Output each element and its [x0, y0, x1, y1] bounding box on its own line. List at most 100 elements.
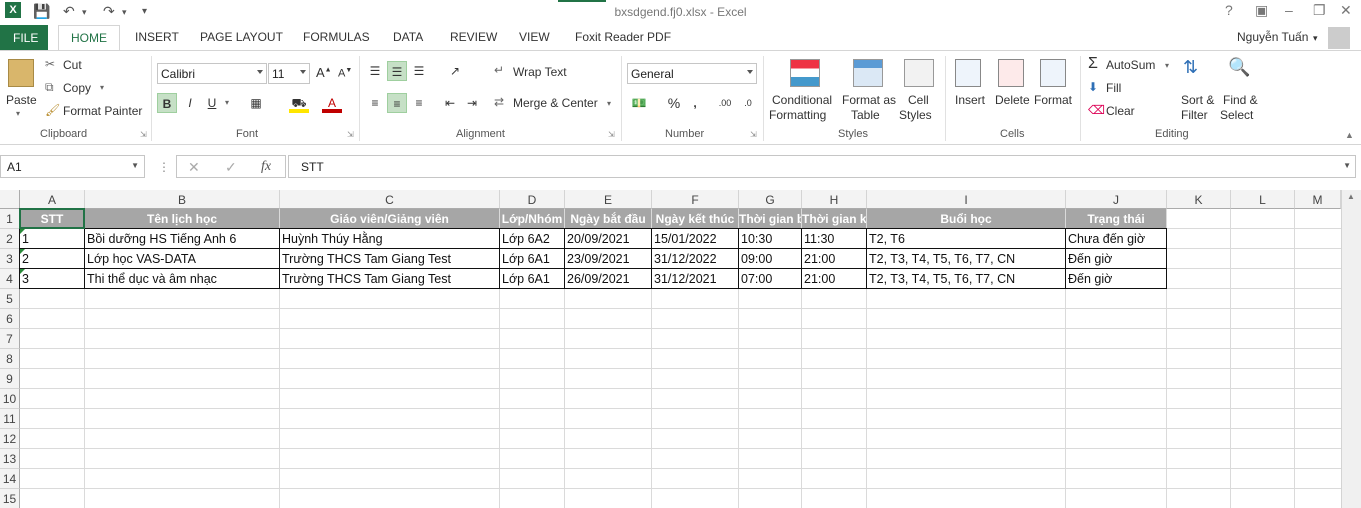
conditional-formatting-icon[interactable]: [790, 59, 820, 87]
currency-icon[interactable]: 💵: [629, 93, 649, 113]
column-header-e[interactable]: E: [565, 190, 652, 209]
table-header-cell[interactable]: Ngày kết thúc: [652, 209, 738, 229]
format-as-table-label[interactable]: Format as: [842, 93, 896, 107]
table-cell[interactable]: Huỳnh Thúy Hằng: [280, 229, 499, 249]
percent-icon[interactable]: %: [664, 93, 684, 113]
table-cell[interactable]: Trường THCS Tam Giang Test: [280, 249, 499, 269]
table-cell[interactable]: 10:30: [739, 229, 801, 249]
table-header-cell[interactable]: Thời gian bắt: [739, 209, 801, 229]
table-cell[interactable]: 23/09/2021: [565, 249, 651, 269]
tab-review[interactable]: REVIEW: [450, 30, 497, 44]
font-name-combo[interactable]: Calibri: [157, 63, 267, 84]
table-cell[interactable]: 31/12/2022: [652, 249, 738, 269]
copy-dropdown-icon[interactable]: ▾: [100, 83, 104, 92]
enter-icon[interactable]: ✓: [225, 159, 237, 176]
table-cell[interactable]: Lớp 6A1: [500, 269, 564, 289]
help-icon[interactable]: ?: [1225, 2, 1233, 18]
tab-formulas[interactable]: FORMULAS: [303, 30, 370, 44]
scroll-up-icon[interactable]: ▲: [1347, 192, 1355, 201]
column-header-l[interactable]: L: [1231, 190, 1295, 209]
table-cell[interactable]: Bồi dưỡng HS Tiếng Anh 6: [85, 229, 279, 249]
number-launcher-icon[interactable]: ⇲: [750, 130, 757, 139]
delete-button[interactable]: Delete: [995, 93, 1030, 107]
merge-dropdown-icon[interactable]: ▾: [607, 99, 611, 108]
column-header-g[interactable]: G: [739, 190, 802, 209]
conditional-formatting-label[interactable]: Conditional: [772, 93, 832, 107]
worksheet-grid[interactable]: ABCDEFGHIJKLM 1 2 3 4 5 6 7 8 9 10 11 12 13 14 15 STT T…: [0, 190, 1341, 508]
copy-icon[interactable]: ⧉: [45, 80, 54, 95]
name-box[interactable]: A1 ▼: [0, 155, 145, 178]
merge-icon[interactable]: ⇄: [494, 95, 504, 109]
table-cell[interactable]: 09:00: [739, 249, 801, 269]
avatar[interactable]: [1328, 27, 1350, 49]
number-format-combo[interactable]: General: [627, 63, 757, 84]
row-header-1[interactable]: 1: [0, 209, 20, 229]
chevron-down-icon[interactable]: ▼: [131, 161, 139, 170]
format-cells-icon[interactable]: [1040, 59, 1066, 87]
tab-page-layout[interactable]: PAGE LAYOUT: [200, 30, 283, 44]
row-header-14[interactable]: 14: [0, 469, 20, 489]
autosum-icon[interactable]: Σ: [1088, 55, 1098, 73]
cancel-icon[interactable]: ✕: [188, 159, 200, 176]
fill-button[interactable]: Fill: [1106, 81, 1121, 95]
find-select-label-2[interactable]: Select: [1220, 108, 1253, 122]
row-header-2[interactable]: 2: [0, 229, 20, 249]
sort-filter-label[interactable]: Sort &: [1181, 93, 1214, 107]
format-painter-icon[interactable]: 🖌: [45, 103, 60, 117]
wrap-text-icon[interactable]: ↵: [494, 63, 504, 77]
table-cell[interactable]: 3: [20, 269, 84, 289]
table-cell[interactable]: 11:30: [802, 229, 866, 249]
minimize-icon[interactable]: –: [1285, 2, 1293, 18]
row-header-5[interactable]: 5: [0, 289, 20, 309]
column-header-i[interactable]: I: [867, 190, 1066, 209]
column-header-h[interactable]: H: [802, 190, 867, 209]
conditional-formatting-label-2[interactable]: Formatting: [769, 108, 826, 122]
align-right-icon[interactable]: ≡: [409, 93, 429, 113]
column-header-c[interactable]: C: [280, 190, 500, 209]
row-header-6[interactable]: 6: [0, 309, 20, 329]
row-header-4[interactable]: 4: [0, 269, 20, 289]
table-header-cell[interactable]: Giáo viên/Giảng viên: [280, 209, 499, 229]
underline-button[interactable]: U: [202, 93, 222, 113]
row-header-7[interactable]: 7: [0, 329, 20, 349]
close-icon[interactable]: ✕: [1340, 2, 1352, 19]
tab-insert[interactable]: INSERT: [135, 30, 179, 44]
user-name[interactable]: Nguyễn Tuấn: [1237, 30, 1308, 44]
increase-decimal-icon[interactable]: .00: [715, 93, 735, 113]
column-header-f[interactable]: F: [652, 190, 739, 209]
wrap-text-button[interactable]: Wrap Text: [513, 65, 567, 79]
table-cell[interactable]: Đến giờ: [1066, 249, 1166, 269]
delete-cells-icon[interactable]: [998, 59, 1024, 87]
row-header-10[interactable]: 10: [0, 389, 20, 409]
column-header-a[interactable]: A: [20, 190, 85, 209]
borders-icon[interactable]: ▦: [246, 93, 266, 113]
paste-dropdown-icon[interactable]: ▾: [16, 109, 20, 118]
table-cell[interactable]: 26/09/2021: [565, 269, 651, 289]
middle-align-icon[interactable]: ☰: [387, 61, 407, 81]
vertical-scrollbar[interactable]: ▲: [1341, 190, 1361, 508]
row-header-13[interactable]: 13: [0, 449, 20, 469]
table-cell[interactable]: 2: [20, 249, 84, 269]
align-left-icon[interactable]: ≡: [365, 93, 385, 113]
orientation-icon[interactable]: ↗: [445, 61, 465, 81]
cut-button[interactable]: Cut: [63, 58, 82, 72]
tab-file[interactable]: FILE: [0, 25, 48, 50]
paste-button[interactable]: Paste: [6, 93, 37, 107]
italic-button[interactable]: I: [180, 93, 200, 113]
error-indicator-icon[interactable]: [20, 269, 25, 274]
tab-foxit[interactable]: Foxit Reader PDF: [575, 30, 671, 44]
grow-font-icon[interactable]: A▲: [316, 65, 332, 80]
table-header-cell[interactable]: STT: [20, 209, 84, 229]
binoculars-icon[interactable]: 🔍: [1228, 57, 1250, 78]
table-header-cell[interactable]: Ngày bắt đầu: [565, 209, 651, 229]
alignment-launcher-icon[interactable]: ⇲: [608, 130, 615, 139]
table-cell[interactable]: 20/09/2021: [565, 229, 651, 249]
paste-icon[interactable]: [8, 59, 34, 87]
table-cell[interactable]: Lớp học VAS-DATA: [85, 249, 279, 269]
autosum-dropdown-icon[interactable]: ▾: [1165, 61, 1169, 70]
error-indicator-icon[interactable]: [20, 249, 25, 254]
font-color-icon[interactable]: A: [322, 93, 342, 113]
fill-color-icon[interactable]: ⛟: [289, 93, 309, 113]
cell-styles-icon[interactable]: [904, 59, 934, 87]
table-header-cell[interactable]: Trạng thái: [1066, 209, 1166, 229]
